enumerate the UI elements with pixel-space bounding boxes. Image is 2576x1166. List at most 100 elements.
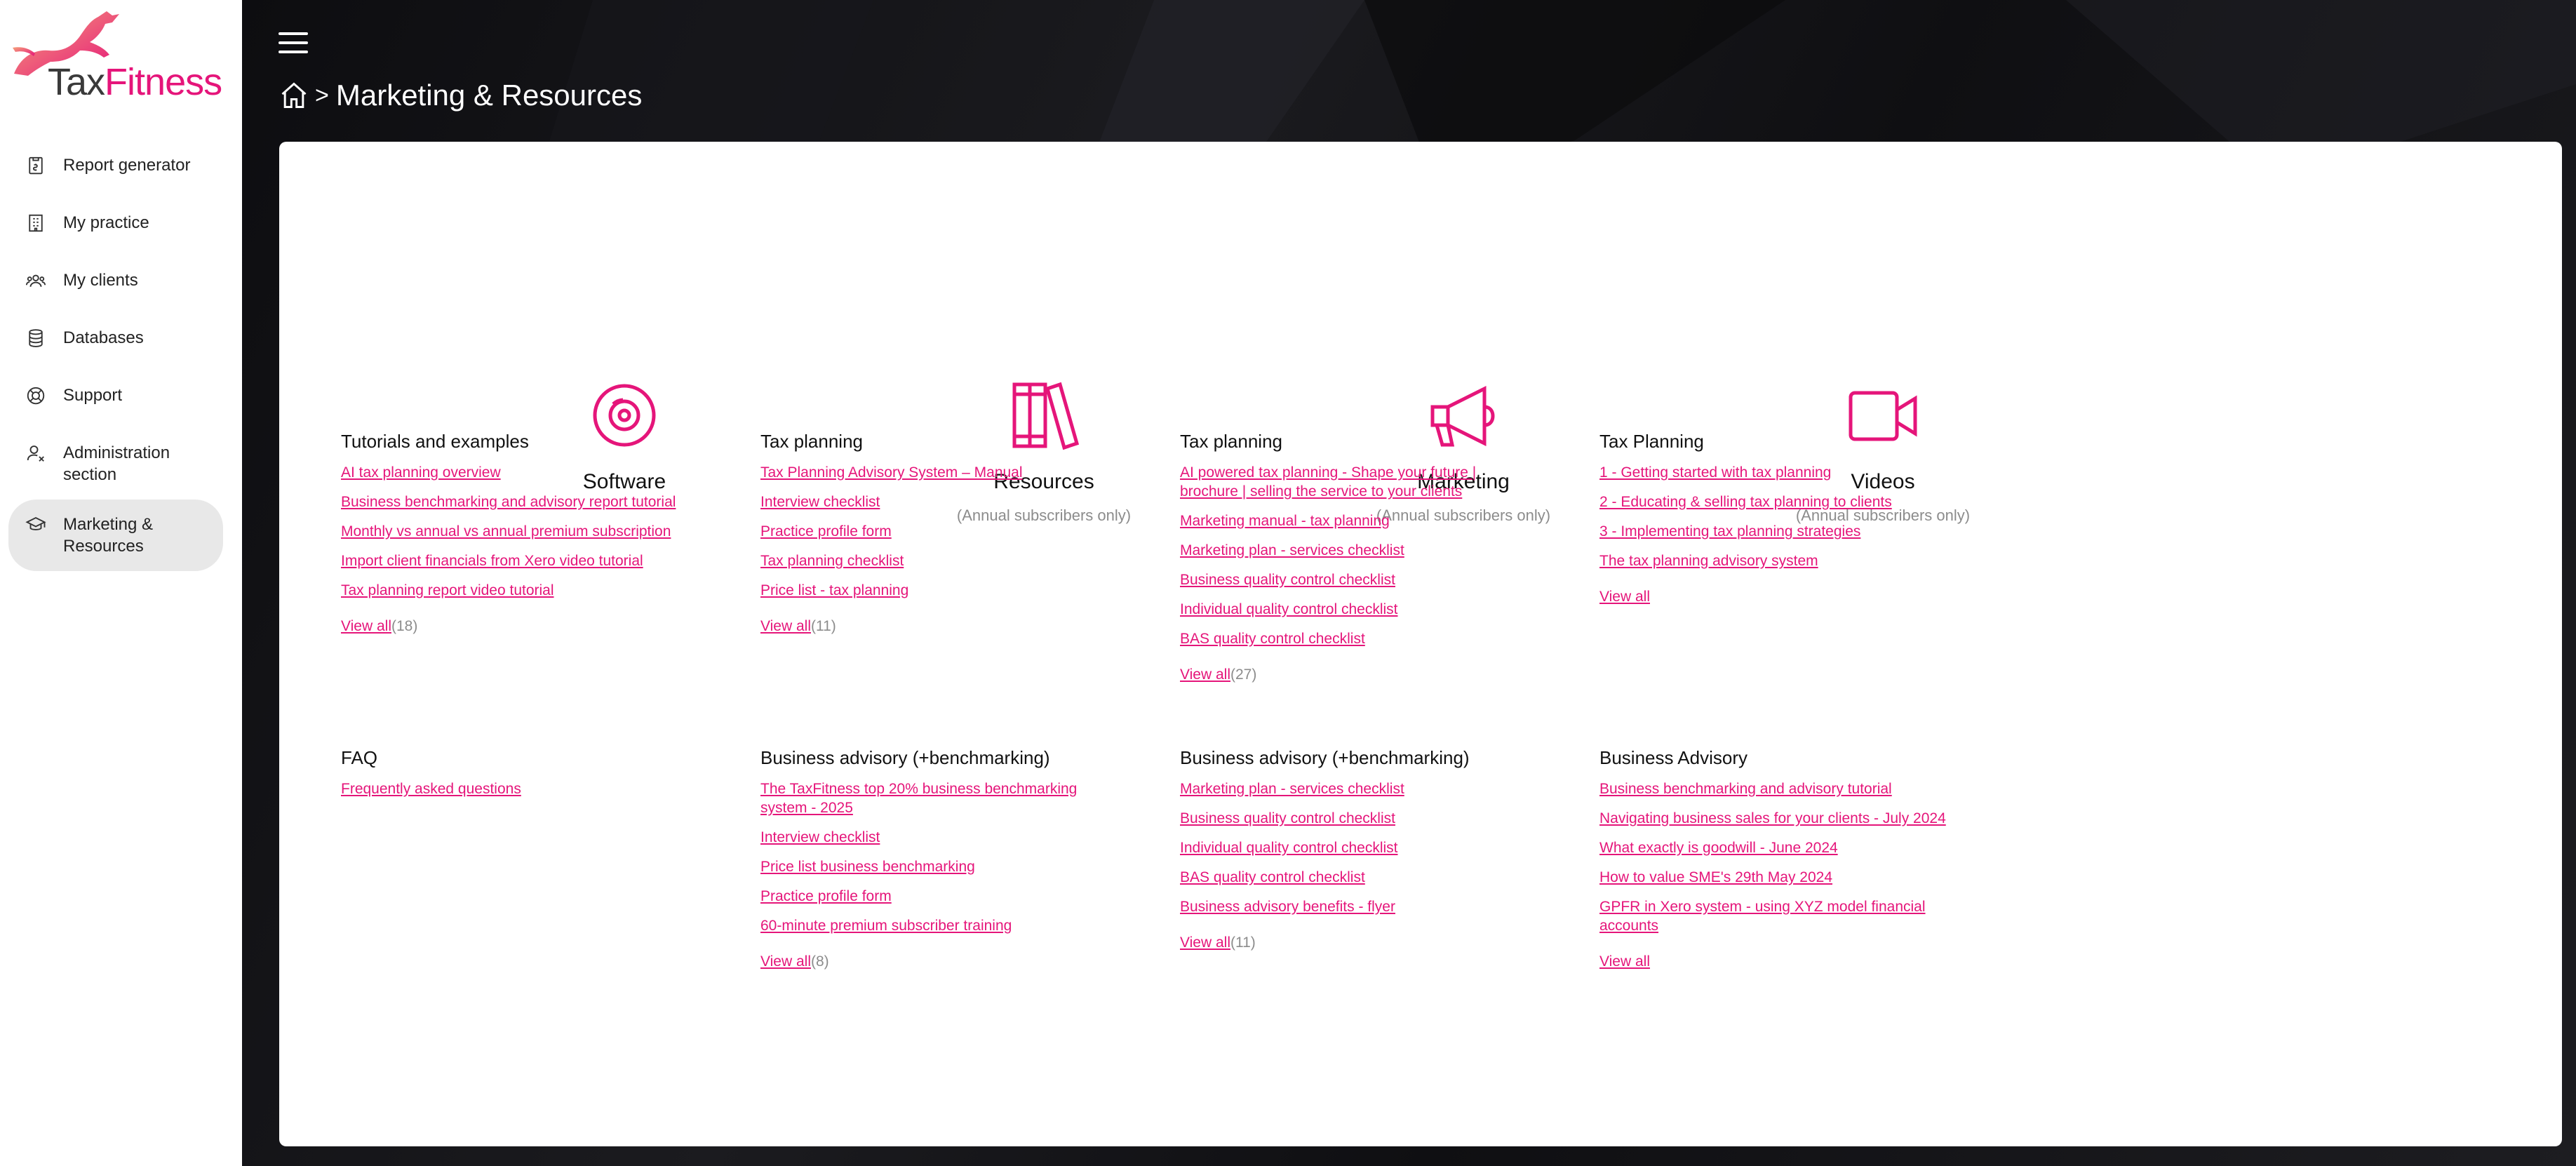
- group-title: Business advisory (+benchmarking): [1180, 747, 1470, 768]
- resource-link[interactable]: The TaxFitness top 20% business benchmar…: [760, 779, 1090, 817]
- logo-wordmark: TaxFitness: [48, 60, 222, 104]
- logo-fitness-text: Fitness: [105, 61, 222, 103]
- sidebar-item-label: My clients: [63, 271, 138, 290]
- resource-link[interactable]: Marketing plan - services checklist: [1180, 779, 1524, 798]
- logo[interactable]: TaxFitness: [7, 7, 232, 105]
- resource-link[interactable]: Tax planning report video tutorial: [341, 581, 685, 600]
- item-count: (18): [391, 618, 418, 634]
- resource-link[interactable]: Marketing plan - services checklist: [1180, 541, 1503, 560]
- resource-link[interactable]: How to value SME's 29th May 2024: [1599, 868, 1964, 887]
- resource-link[interactable]: What exactly is goodwill - June 2024: [1599, 838, 1964, 857]
- resource-link[interactable]: 1 - Getting started with tax planning: [1599, 463, 1943, 482]
- resource-link[interactable]: Business quality control checklist: [1180, 809, 1524, 828]
- resource-link[interactable]: Frequently asked questions: [341, 779, 685, 798]
- resource-link[interactable]: Business benchmarking and advisory tutor…: [1599, 779, 1964, 798]
- resource-link[interactable]: Tax Planning Advisory System – Manual: [760, 463, 1104, 482]
- view-all-link[interactable]: View all: [760, 618, 811, 634]
- resource-link[interactable]: Interview checklist: [760, 828, 1090, 847]
- view-all-link[interactable]: View all: [760, 953, 811, 970]
- resource-link[interactable]: Practice profile form: [760, 522, 1104, 541]
- sidebar-item-label: Report generator: [63, 156, 191, 175]
- resource-link[interactable]: Business advisory benefits - flyer: [1180, 897, 1524, 916]
- view-all-row: View all(18): [341, 617, 685, 636]
- view-all-row: View all(11): [1180, 933, 1524, 952]
- user-admin-icon: [25, 443, 46, 464]
- group-videos-tax-planning: Tax Planning 1 - Getting started with ta…: [1599, 429, 1943, 606]
- group-title: Tax Planning: [1599, 431, 1704, 452]
- item-count: (11): [810, 618, 836, 634]
- group-resources-tax-planning: Tax planning Tax Planning Advisory Syste…: [760, 429, 1104, 636]
- sidebar-item-databases[interactable]: Databases: [8, 313, 223, 370]
- resource-link[interactable]: AI tax planning overview: [341, 463, 685, 482]
- item-count: (27): [1230, 666, 1257, 683]
- sidebar-item-my-practice[interactable]: My practice: [8, 198, 223, 255]
- breadcrumb: > Marketing & Resources: [279, 79, 642, 112]
- database-icon: [25, 328, 46, 349]
- group-resources-business-advisory: Business advisory (+benchmarking) The Ta…: [760, 746, 1090, 971]
- group-title: Tax planning: [760, 431, 863, 452]
- resource-link[interactable]: Marketing manual - tax planning: [1180, 511, 1503, 530]
- menu-toggle-button[interactable]: [279, 32, 308, 56]
- group-marketing-business-advisory: Business advisory (+benchmarking) Market…: [1180, 746, 1524, 952]
- building-icon: [25, 213, 46, 234]
- group-title: Business Advisory: [1599, 747, 1747, 768]
- item-count: (11): [1230, 934, 1256, 951]
- item-count: (8): [810, 953, 829, 970]
- lifebuoy-icon: [25, 385, 46, 406]
- view-all-link[interactable]: View all: [341, 618, 391, 634]
- resource-link[interactable]: Interview checklist: [760, 492, 1104, 511]
- sidebar-item-my-clients[interactable]: My clients: [8, 255, 223, 313]
- home-icon[interactable]: [279, 80, 309, 111]
- sidebar-item-label: Administration section: [63, 443, 170, 484]
- resource-link[interactable]: 60-minute premium subscriber training: [760, 916, 1090, 935]
- view-all-link[interactable]: View all: [1599, 589, 1650, 605]
- group-title: Tax planning: [1180, 431, 1282, 452]
- logo-tax-text: Tax: [48, 61, 105, 103]
- resource-link[interactable]: Business quality control checklist: [1180, 570, 1503, 589]
- resource-link[interactable]: Individual quality control checklist: [1180, 838, 1524, 857]
- resource-link[interactable]: BAS quality control checklist: [1180, 868, 1524, 887]
- group-title: Business advisory (+benchmarking): [760, 747, 1050, 768]
- sidebar-item-report-generator[interactable]: Report generator: [8, 140, 223, 198]
- resource-link[interactable]: Price list business benchmarking: [760, 857, 1090, 876]
- resource-link[interactable]: 3 - Implementing tax planning strategies: [1599, 522, 1943, 541]
- group-software-faq: FAQ Frequently asked questions: [341, 746, 685, 809]
- sidebar-item-label: Marketing & Resources: [63, 515, 154, 556]
- group-videos-business-advisory: Business Advisory Business benchmarking …: [1599, 746, 1964, 971]
- resource-link[interactable]: Navigating business sales for your clien…: [1599, 809, 1964, 828]
- group-title: Tutorials and examples: [341, 431, 529, 452]
- graduation-cap-icon: [25, 514, 46, 535]
- breadcrumb-separator: >: [315, 81, 329, 109]
- resource-link[interactable]: Monthly vs annual vs annual premium subs…: [341, 522, 685, 541]
- sidebar: TaxFitness Report generator My practice …: [0, 0, 242, 1166]
- sidebar-item-administration[interactable]: Administration section: [8, 428, 223, 500]
- resource-link[interactable]: 2 - Educating & selling tax planning to …: [1599, 492, 1943, 511]
- sidebar-item-marketing-resources[interactable]: Marketing & Resources: [8, 500, 223, 571]
- group-title: FAQ: [341, 747, 378, 768]
- resource-link[interactable]: Practice profile form: [760, 887, 1090, 906]
- resource-link[interactable]: AI powered tax planning - Shape your fut…: [1180, 463, 1503, 501]
- sidebar-nav: Report generator My practice My clients …: [8, 140, 223, 571]
- view-all-row: View all: [1599, 587, 1943, 606]
- resource-link[interactable]: GPFR in Xero system - using XYZ model fi…: [1599, 897, 1964, 935]
- resource-link[interactable]: Price list - tax planning: [760, 581, 1104, 600]
- group-software-tutorials: Tutorials and examples AI tax planning o…: [341, 429, 685, 636]
- resource-link[interactable]: The tax planning advisory system: [1599, 551, 1943, 570]
- report-icon: [25, 155, 46, 176]
- view-all-link[interactable]: View all: [1180, 666, 1230, 683]
- sidebar-item-label: Databases: [63, 328, 144, 347]
- sidebar-item-label: Support: [63, 386, 123, 405]
- sidebar-item-support[interactable]: Support: [8, 370, 223, 428]
- resource-link[interactable]: BAS quality control checklist: [1180, 629, 1503, 648]
- resource-link[interactable]: Individual quality control checklist: [1180, 600, 1503, 619]
- view-all-row: View all(11): [760, 617, 1104, 636]
- resource-link[interactable]: Business benchmarking and advisory repor…: [341, 492, 685, 511]
- view-all-link[interactable]: View all: [1180, 934, 1230, 951]
- resource-link[interactable]: Tax planning checklist: [760, 551, 1104, 570]
- resource-link[interactable]: Import client financials from Xero video…: [341, 551, 685, 570]
- page-title: Marketing & Resources: [335, 79, 643, 112]
- group-marketing-tax-planning: Tax planning AI powered tax planning - S…: [1180, 429, 1503, 684]
- view-all-link[interactable]: View all: [1599, 953, 1650, 970]
- content-panel: Software Resources (Annual subscribers o…: [279, 142, 2562, 1146]
- view-all-row: View all: [1599, 952, 1964, 971]
